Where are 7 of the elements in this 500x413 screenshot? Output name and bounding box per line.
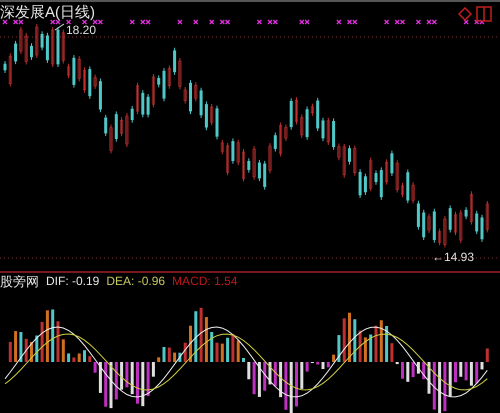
low-price-label: ←14.93	[432, 250, 474, 264]
indicator-value: MACD: 1.54	[172, 274, 238, 289]
indicator-value: DIF: -0.19	[46, 274, 100, 289]
high-price-label: 18.20	[66, 23, 96, 37]
indicator-name: 股旁网	[0, 274, 39, 289]
chart-title: 深发展A(日线)	[0, 4, 95, 22]
indicator-value: DEA: -0.96	[106, 274, 166, 289]
